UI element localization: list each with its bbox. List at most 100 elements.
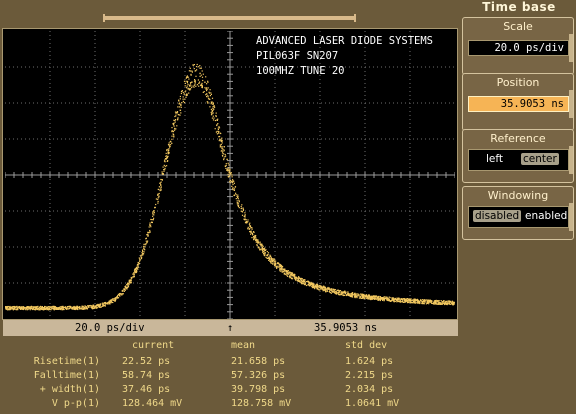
waveform-sample	[312, 286, 314, 288]
waveform-sample	[169, 146, 171, 148]
waveform-sample	[177, 119, 179, 121]
waveform-sample	[270, 256, 272, 258]
waveform-sample	[95, 306, 97, 308]
waveform-sample	[201, 84, 203, 86]
waveform-sample	[404, 301, 406, 303]
waveform-sample	[241, 204, 243, 206]
waveform-sample	[128, 284, 130, 286]
measurement-row[interactable]: Falltime(1) 58.74 ps 57.326 ps 2.215 ps	[0, 370, 460, 383]
waveform-sample	[173, 134, 175, 136]
waveform-sample	[401, 298, 403, 300]
waveform-sample	[223, 150, 225, 152]
waveform-sample	[254, 236, 256, 239]
waveform-sample	[231, 182, 233, 184]
waveform-sample	[231, 176, 233, 178]
waveform-sample	[212, 103, 214, 105]
waveform-sample	[224, 153, 226, 156]
scale-field[interactable]: 20.0 ps/div	[468, 40, 569, 56]
waveform-sample	[259, 241, 261, 244]
waveform-sample	[324, 287, 326, 289]
waveform-sample	[424, 299, 426, 301]
windowing-toggle[interactable]: disabled enabled	[468, 206, 569, 228]
waveform-sample	[127, 285, 129, 287]
waveform-sample	[425, 303, 427, 305]
col-header-current: current	[132, 340, 175, 351]
waveform-sample	[175, 119, 177, 121]
waveform-sample	[242, 209, 244, 211]
waveform-sample	[251, 228, 253, 230]
position-group: Position 35.9053 ns	[462, 73, 574, 131]
waveform-sample	[179, 109, 182, 111]
reference-toggle[interactable]: left center	[468, 149, 569, 171]
measurement-row[interactable]: Risetime(1) 22.52 ps 21.658 ps 1.624 ps	[0, 356, 460, 369]
waveform-sample	[51, 306, 53, 308]
waveform-sample	[350, 293, 352, 295]
waveform-sample	[223, 153, 225, 155]
waveform-sample	[201, 76, 204, 78]
waveform-sample	[440, 303, 442, 305]
reference-label: Reference	[490, 132, 546, 145]
waveform-sample	[39, 308, 41, 310]
position-field[interactable]: 35.9053 ns	[468, 96, 569, 112]
waveform-sample	[258, 246, 260, 248]
reference-center-option[interactable]: center	[521, 153, 559, 165]
waveform-sample	[364, 296, 366, 298]
reference-left-option[interactable]: left	[484, 153, 505, 165]
waveform-sample	[421, 300, 423, 303]
waveform-sample	[218, 126, 220, 128]
waveform-sample	[150, 226, 152, 228]
waveform-sample	[347, 294, 349, 296]
windowing-grip	[569, 203, 573, 231]
waveform-sample	[77, 306, 79, 309]
waveform-sample	[140, 254, 142, 256]
waveform-sample	[251, 237, 253, 239]
waveform-sample	[122, 293, 124, 295]
waveform-sample	[417, 300, 420, 302]
waveform-sample	[365, 294, 367, 296]
waveform-sample	[175, 113, 177, 115]
waveform-sample	[443, 300, 445, 302]
waveform-sample	[44, 305, 46, 308]
waveform-sample	[374, 295, 376, 297]
waveform-sample	[72, 306, 74, 308]
waveform-sample	[186, 85, 188, 87]
waveform-sample	[225, 155, 227, 157]
waveform-sample	[199, 75, 201, 77]
title-line-2: PIL063F SN207	[256, 50, 339, 62]
waveform-sample	[244, 212, 246, 214]
waveform-sample	[26, 307, 29, 309]
waveform-sample	[150, 218, 152, 221]
waveform-sample	[287, 273, 289, 275]
waveform-sample	[224, 165, 227, 167]
waveform-sample	[198, 82, 200, 85]
waveform-sample	[166, 155, 168, 157]
waveform-sample	[179, 114, 181, 116]
waveform-sample	[236, 200, 238, 202]
waveform-sample	[360, 295, 362, 297]
waveform-sample	[63, 308, 65, 311]
waveform-sample	[162, 166, 164, 168]
waveform-sample	[302, 281, 304, 283]
waveform-sample	[25, 309, 27, 311]
waveform-sample	[179, 95, 181, 98]
waveform-sample	[115, 297, 117, 299]
waveform-sample	[207, 81, 209, 83]
title-line-1: ADVANCED LASER DIODE SYSTEMS	[256, 35, 434, 47]
waveform-sample	[99, 305, 101, 307]
waveform-sample	[249, 222, 251, 224]
waveform-sample	[60, 306, 62, 308]
waveform-sample	[208, 91, 210, 93]
waveform-sample	[240, 205, 242, 208]
waveform-sample	[304, 282, 306, 284]
waveform-sample	[257, 239, 259, 241]
waveform-sample	[300, 277, 302, 279]
windowing-enabled-option[interactable]: enabled	[523, 210, 569, 222]
waveform-sample	[256, 241, 258, 243]
waveform-sample	[145, 237, 147, 239]
measurement-row[interactable]: + width(1) 37.46 ps 39.798 ps 2.034 ps	[0, 384, 460, 397]
waveform-sample	[311, 285, 313, 287]
waveform-sample	[160, 183, 162, 186]
measurement-row[interactable]: V p-p(1) 128.464 mV 128.758 mV 1.0641 mV	[0, 398, 460, 411]
windowing-disabled-option[interactable]: disabled	[473, 210, 522, 222]
waveform-sample	[275, 260, 277, 262]
